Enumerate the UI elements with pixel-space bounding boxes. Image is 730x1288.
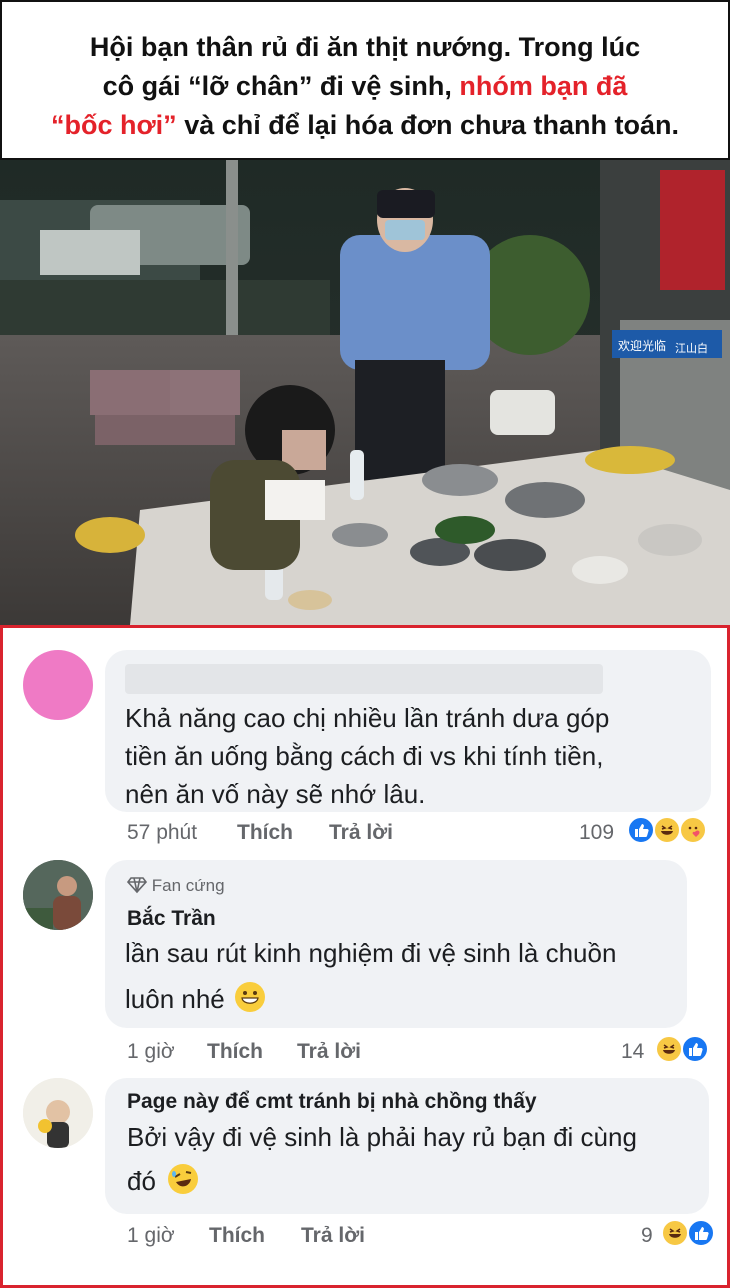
restaurant-scene-illustration: 欢迎光临 江山白 — [0, 160, 730, 625]
haha-reaction-icon — [661, 1219, 689, 1247]
fan-badge: Fan cứng — [126, 876, 225, 896]
headline-line-2-red: nhóm bạn đã — [459, 71, 628, 101]
headline-line-1: Hội bạn thân rủ đi ăn thịt nướng. Trong … — [89, 32, 641, 62]
headline-line-3-black: và chỉ để lại hóa đơn chưa thanh toán. — [184, 110, 680, 140]
like-reaction-icon — [681, 1035, 709, 1063]
diamond-icon — [126, 877, 148, 894]
comment-meta: 1 giờ — [127, 1224, 175, 1248]
comments-panel: Khả năng cao chị nhiều lần tránh dưa góp… — [0, 625, 730, 1288]
news-photo: 欢迎光临 江山白 — [0, 160, 730, 625]
headline-line-3-red: “bốc hơi” — [50, 110, 177, 140]
headline-line-2: cô gái “lỡ chân” đi vệ sinh, nhóm bạn đã — [2, 67, 728, 106]
comment-text-line: Khả năng cao chị nhiều lần tránh dưa góp — [125, 703, 610, 733]
care-reaction-icon — [679, 816, 707, 844]
comment-time: 1 giờ — [127, 1040, 175, 1063]
rofl-emoji-icon — [168, 1164, 199, 1194]
comment-time: 57 phút — [127, 821, 198, 844]
reaction-count[interactable]: 14 — [621, 1040, 644, 1064]
sign-text-brand: 江山白 — [675, 341, 708, 355]
redacted-name-bar — [125, 664, 603, 694]
reply-link[interactable]: Trả lời — [301, 1224, 365, 1248]
like-reaction-icon — [687, 1219, 715, 1247]
reply-link[interactable]: Trả lời — [297, 1040, 361, 1064]
haha-reaction-icon — [655, 1035, 683, 1063]
reaction-count[interactable]: 9 — [641, 1224, 653, 1248]
headline-caption: Hội bạn thân rủ đi ăn thịt nướng. Trong … — [0, 0, 730, 160]
reaction-count[interactable]: 109 — [579, 821, 614, 845]
grin-emoji-icon — [235, 982, 266, 1012]
comment-text-line: tiền ăn uống bằng cách đi vs khi tính ti… — [125, 741, 604, 771]
avatar[interactable] — [23, 650, 93, 720]
reply-link[interactable]: Trả lời — [329, 821, 393, 845]
commenter-name[interactable]: Bắc Trần — [127, 907, 216, 931]
comment-meta: 57 phút — [127, 821, 197, 845]
headline-line-2-black: cô gái “lỡ chân” đi vệ sinh, — [102, 71, 452, 101]
comment-text-line: lần sau rút kinh nghiệm đi vệ sinh là ch… — [125, 938, 617, 968]
haha-reaction-icon — [653, 816, 681, 844]
comment-text-line: Bởi vậy đi vệ sinh là phải hay rủ bạn đi… — [127, 1122, 637, 1152]
like-link[interactable]: Thích — [207, 1040, 263, 1064]
avatar[interactable] — [23, 860, 93, 930]
sign-text-welcome: 欢迎光临 — [618, 338, 666, 353]
comment-text-line: luôn nhé — [125, 984, 225, 1014]
badge-label: Fan cứng — [151, 876, 225, 895]
headline-line-3: “bốc hơi” và chỉ để lại hóa đơn chưa tha… — [2, 106, 728, 145]
comment-text-line: đó — [127, 1166, 156, 1196]
comment-text-line-with-emoji: đó — [127, 1161, 199, 1201]
comment-text-line: nên ăn vố này sẽ nhớ lâu. — [125, 779, 426, 809]
like-link[interactable]: Thích — [209, 1224, 265, 1248]
comment-text-line-with-emoji: luôn nhé — [125, 979, 266, 1019]
comment-meta: 1 giờ — [127, 1040, 175, 1064]
avatar[interactable] — [23, 1078, 93, 1148]
commenter-name[interactable]: Page này để cmt tránh bị nhà chồng thấy — [127, 1090, 537, 1114]
like-reaction-icon — [627, 816, 655, 844]
comment-time: 1 giờ — [127, 1224, 175, 1247]
like-link[interactable]: Thích — [237, 821, 293, 845]
